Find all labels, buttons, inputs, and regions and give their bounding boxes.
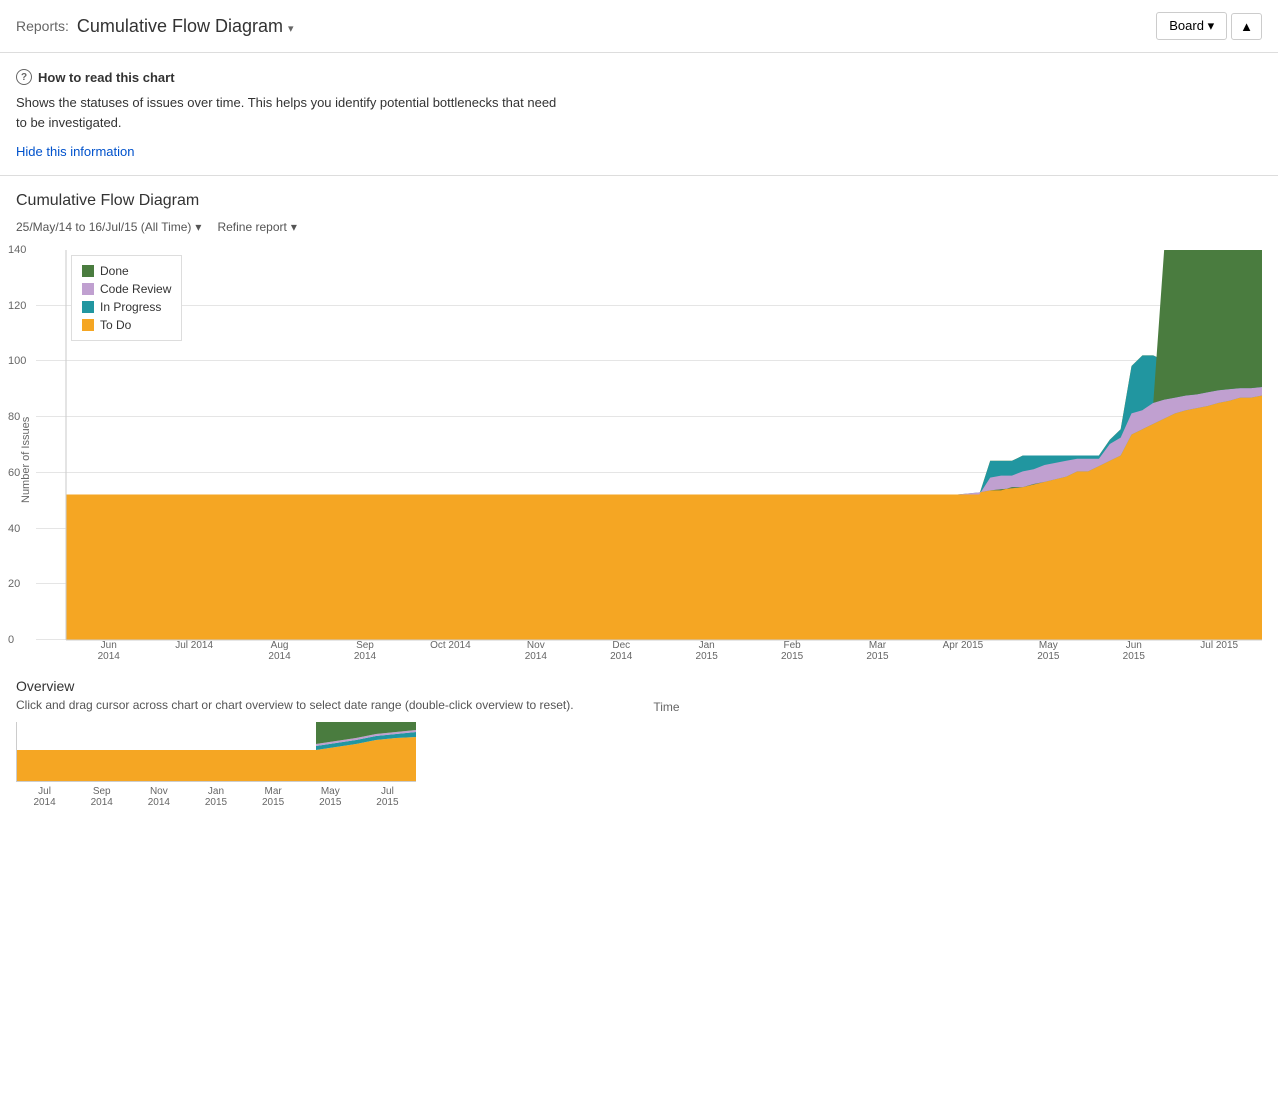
info-description: Shows the statuses of issues over time. … [16, 93, 566, 132]
refine-report-button[interactable]: Refine report ▾ [217, 220, 296, 234]
chart-svg [66, 250, 1262, 640]
legend-inprogress-label: In Progress [100, 300, 161, 314]
info-icon: ? [16, 69, 32, 85]
x-label-jun2015: Jun2015 [1091, 640, 1176, 662]
y-label-80: 80 [8, 411, 20, 423]
x-label-jan2015: Jan2015 [664, 640, 749, 662]
overview-title: Overview [16, 678, 1262, 694]
x-label-nov2014: Nov2014 [493, 640, 578, 662]
chart-area: Number of Issues 0 20 40 [16, 250, 1262, 670]
y-axis-label: Number of Issues [16, 250, 36, 670]
overview-x-jan2015: Jan2015 [187, 786, 244, 808]
legend-done-label: Done [100, 264, 129, 278]
section-divider [0, 175, 1278, 176]
legend-todo: To Do [82, 318, 171, 332]
info-title: ? How to read this chart [16, 69, 1262, 85]
x-label-mar2015: Mar2015 [835, 640, 920, 662]
info-title-text: How to read this chart [38, 70, 175, 85]
todo-area [66, 353, 1262, 640]
y-label-0: 0 [8, 634, 14, 646]
y-label-40: 40 [8, 523, 20, 535]
x-label-dec2014: Dec2014 [579, 640, 664, 662]
header-left: Reports: Cumulative Flow Diagram ▾ [16, 16, 294, 37]
overview-x-labels: Jul2014 Sep2014 Nov2014 Jan2015 Mar2015 … [16, 786, 416, 808]
chart-container: Number of Issues 0 20 40 [16, 250, 1262, 670]
overview-x-may2015: May2015 [302, 786, 359, 808]
y-label-140: 140 [8, 244, 26, 256]
legend-codereview-label: Code Review [100, 282, 171, 296]
date-range-button[interactable]: 25/May/14 to 16/Jul/15 (All Time) ▾ [16, 220, 201, 234]
legend-todo-color [82, 319, 94, 331]
legend-done-color [82, 265, 94, 277]
y-label-100: 100 [8, 355, 26, 367]
title-dropdown-arrow[interactable]: ▾ [288, 23, 294, 35]
reports-label: Reports: [16, 18, 69, 34]
x-label-jul2014: Jul 2014 [151, 640, 236, 651]
x-label-may2015: May2015 [1006, 640, 1091, 662]
x-label-aug2014: Aug2014 [237, 640, 322, 662]
legend-todo-label: To Do [100, 318, 131, 332]
overview-x-mar2015: Mar2015 [245, 786, 302, 808]
header-right: Board ▾ ▲ [1156, 12, 1262, 40]
x-label-sep2014: Sep2014 [322, 640, 407, 662]
chart-legend: Done Code Review In Progress To Do [71, 255, 182, 341]
x-axis-labels: Jun2014 Jul 2014 Aug2014 Sep2014 Oct 201… [66, 640, 1262, 670]
overview-x-jul2015: Jul2015 [359, 786, 416, 808]
legend-codereview: Code Review [82, 282, 171, 296]
x-label-jun2014: Jun2014 [66, 640, 151, 662]
chart-title: Cumulative Flow Diagram [16, 192, 1262, 210]
page-header: Reports: Cumulative Flow Diagram ▾ Board… [0, 0, 1278, 53]
x-label-apr2015: Apr 2015 [920, 640, 1005, 651]
overview-chart[interactable] [16, 722, 416, 782]
chart-section: Cumulative Flow Diagram 25/May/14 to 16/… [0, 192, 1278, 670]
chart-plot-area: 0 20 40 60 80 [66, 250, 1262, 670]
y-label-20: 20 [8, 578, 20, 590]
x-label-oct2014: Oct 2014 [408, 640, 493, 651]
chart-controls: 25/May/14 to 16/Jul/15 (All Time) ▾ Refi… [16, 220, 1262, 234]
collapse-button[interactable]: ▲ [1231, 13, 1262, 40]
x-axis-title: Time [71, 700, 1262, 714]
legend-inprogress-color [82, 301, 94, 313]
legend-codereview-color [82, 283, 94, 295]
board-button[interactable]: Board ▾ [1156, 12, 1227, 40]
overview-x-jul2014: Jul2014 [16, 786, 73, 808]
legend-inprogress: In Progress [82, 300, 171, 314]
legend-done: Done [82, 264, 171, 278]
hide-information-link[interactable]: Hide this information [16, 144, 135, 159]
overview-x-nov2014: Nov2014 [130, 786, 187, 808]
x-label-feb2015: Feb2015 [749, 640, 834, 662]
info-section: ? How to read this chart Shows the statu… [0, 53, 1278, 159]
y-label-120: 120 [8, 300, 26, 312]
x-label-jul2015: Jul 2015 [1176, 640, 1261, 651]
y-label-60: 60 [8, 467, 20, 479]
report-title: Cumulative Flow Diagram ▾ [77, 16, 294, 37]
overview-svg [16, 722, 416, 782]
overview-x-sep2014: Sep2014 [73, 786, 130, 808]
chart-plot: 0 20 40 60 80 [66, 250, 1262, 640]
